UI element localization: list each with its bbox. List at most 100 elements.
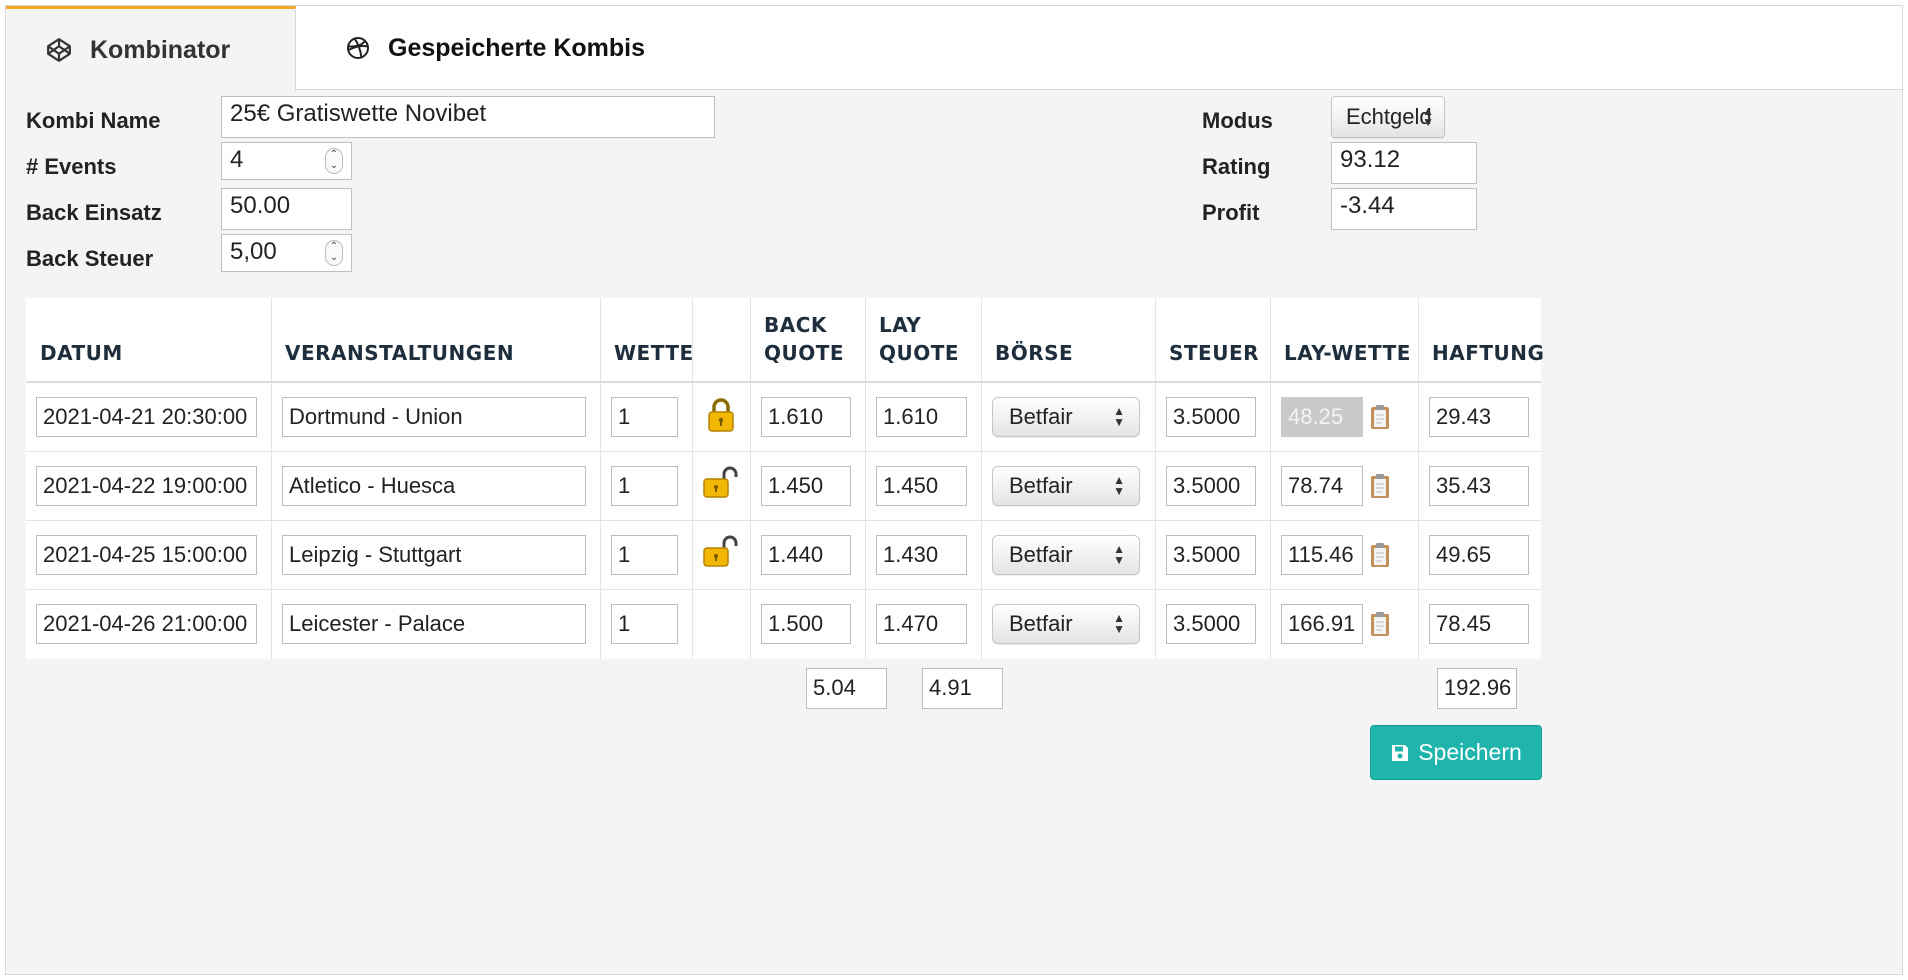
event-input[interactable]: Leicester - Palace: [282, 604, 586, 644]
header-lay-wette: LAY-WETTE: [1284, 341, 1411, 365]
boerse-select[interactable]: Betfair ▲ ▼: [992, 466, 1140, 506]
events-label: # Events: [26, 154, 117, 179]
wette-input[interactable]: 1: [611, 604, 678, 644]
header-lay-quote-line2: QUOTE: [879, 341, 960, 365]
boerse-value: Betfair: [1009, 611, 1073, 636]
select-arrows-icon: ▲ ▼: [1113, 542, 1125, 567]
wette-input[interactable]: 1: [611, 397, 678, 437]
lay-wette-field[interactable]: 166.91: [1281, 604, 1363, 644]
back-steuer-label: Back Steuer: [26, 246, 154, 271]
back-quote-input[interactable]: 1.440: [761, 535, 851, 575]
unlock-icon[interactable]: [702, 535, 740, 569]
boerse-value: Betfair: [1009, 404, 1073, 429]
total-back-quote: 5.04: [806, 668, 887, 709]
boerse-value: Betfair: [1009, 542, 1073, 567]
select-arrows-icon: ▲ ▼: [1422, 104, 1434, 129]
header-steuer: STEUER: [1169, 341, 1260, 365]
lay-wette-field: 48.25: [1281, 397, 1363, 437]
wette-input[interactable]: 1: [611, 535, 678, 575]
events-spin-icon[interactable]: ⌃ ⌄: [325, 148, 343, 174]
modus-value: Echtgeld: [1346, 104, 1432, 129]
header-back-quote-line2: QUOTE: [764, 341, 845, 365]
datum-input[interactable]: 2021-04-21 20:30:00: [36, 397, 257, 437]
boerse-value: Betfair: [1009, 473, 1073, 498]
header-back-quote: BACK QUOTE: [750, 298, 865, 381]
save-button-label: Speichern: [1418, 739, 1522, 765]
kombinator-panel: Kombinator Gespeicherte Kombis Kombi Nam…: [5, 5, 1903, 975]
haftung-input[interactable]: 29.43: [1429, 397, 1529, 437]
header-lay-quote-line1: LAY: [879, 313, 922, 337]
clipboard-icon[interactable]: [1370, 473, 1390, 499]
modus-label: Modus: [1202, 108, 1273, 133]
boerse-select[interactable]: Betfair ▲ ▼: [992, 397, 1140, 437]
total-haftung: 192.96: [1437, 668, 1517, 709]
datum-input[interactable]: 2021-04-26 21:00:00: [36, 604, 257, 644]
event-input[interactable]: Dortmund - Union: [282, 397, 586, 437]
events-stepper[interactable]: 4 ⌃ ⌄: [221, 142, 352, 180]
total-lay-quote: 4.91: [922, 668, 1003, 709]
back-quote-input[interactable]: 1.500: [761, 604, 851, 644]
select-arrows-icon: ▲ ▼: [1113, 404, 1125, 429]
select-arrows-icon: ▲ ▼: [1113, 611, 1125, 636]
wette-input[interactable]: 1: [611, 466, 678, 506]
boerse-select[interactable]: Betfair ▲ ▼: [992, 535, 1140, 575]
row-divider: [26, 520, 1541, 521]
steuer-input[interactable]: 3.5000: [1166, 604, 1256, 644]
header-lay-quote: LAY QUOTE: [865, 298, 981, 381]
clipboard-icon[interactable]: [1370, 404, 1390, 430]
haftung-input[interactable]: 49.65: [1429, 535, 1529, 575]
steuer-input[interactable]: 3.5000: [1166, 535, 1256, 575]
clipboard-icon[interactable]: [1370, 542, 1390, 568]
tab-kombinator-label: Kombinator: [90, 35, 231, 64]
back-quote-input[interactable]: 1.450: [761, 466, 851, 506]
lock-icon[interactable]: [706, 397, 736, 433]
events-table: DATUM VERANSTALTUNGEN WETTE BACK QUOTE L…: [26, 298, 1545, 659]
row-divider: [26, 451, 1541, 452]
floppy-disk-icon: [1392, 744, 1409, 761]
header-wette: WETTE: [614, 341, 694, 365]
steuer-input[interactable]: 3.5000: [1166, 397, 1256, 437]
event-input[interactable]: Leipzig - Stuttgart: [282, 535, 586, 575]
datum-input[interactable]: 2021-04-25 15:00:00: [36, 535, 257, 575]
tab-bar: Kombinator Gespeicherte Kombis: [6, 6, 1902, 91]
back-quote-input[interactable]: 1.610: [761, 397, 851, 437]
lay-wette-field[interactable]: 78.74: [1281, 466, 1363, 506]
lay-quote-input[interactable]: 1.450: [876, 466, 967, 506]
header-veranstaltungen: VERANSTALTUNGEN: [285, 341, 515, 365]
lay-wette-field[interactable]: 115.46: [1281, 535, 1363, 575]
codepen-icon: [47, 38, 71, 62]
clipboard-icon[interactable]: [1370, 611, 1390, 637]
modus-select[interactable]: Echtgeld ▲ ▼: [1331, 96, 1445, 138]
datum-input[interactable]: 2021-04-22 19:00:00: [36, 466, 257, 506]
tab-gespeicherte-kombis-label: Gespeicherte Kombis: [388, 33, 646, 62]
boerse-select[interactable]: Betfair ▲ ▼: [992, 604, 1140, 644]
kombi-name-label: Kombi Name: [26, 108, 161, 133]
back-einsatz-input[interactable]: 50.00: [221, 188, 352, 230]
rating-field[interactable]: 93.12: [1331, 142, 1477, 184]
unlock-icon[interactable]: [702, 466, 740, 500]
profit-field[interactable]: -3.44: [1331, 188, 1477, 230]
header-datum: DATUM: [40, 341, 123, 365]
haftung-input[interactable]: 78.45: [1429, 604, 1529, 644]
select-arrows-icon: ▲ ▼: [1113, 473, 1125, 498]
tab-kombinator[interactable]: Kombinator: [6, 6, 296, 91]
back-steuer-stepper[interactable]: 5,00 ⌃ ⌄: [221, 234, 352, 272]
kombi-name-input[interactable]: 25€ Gratiswette Novibet: [221, 96, 715, 138]
lay-quote-input[interactable]: 1.610: [876, 397, 967, 437]
row-divider: [26, 589, 1541, 590]
lay-quote-input[interactable]: 1.470: [876, 604, 967, 644]
tab-gespeicherte-kombis[interactable]: Gespeicherte Kombis: [296, 6, 645, 90]
lay-quote-input[interactable]: 1.430: [876, 535, 967, 575]
header-back-quote-line1: BACK: [764, 313, 827, 337]
steuer-input[interactable]: 3.5000: [1166, 466, 1256, 506]
rating-label: Rating: [1202, 154, 1271, 179]
back-einsatz-label: Back Einsatz: [26, 200, 162, 225]
header-haftung: HAFTUNG: [1432, 341, 1545, 365]
back-steuer-spin-icon[interactable]: ⌃ ⌄: [325, 240, 343, 266]
save-button[interactable]: Speichern: [1370, 725, 1542, 780]
event-input[interactable]: Atletico - Huesca: [282, 466, 586, 506]
events-value: 4: [230, 146, 244, 173]
profit-label: Profit: [1202, 200, 1260, 225]
back-steuer-value: 5,00: [230, 238, 277, 265]
haftung-input[interactable]: 35.43: [1429, 466, 1529, 506]
